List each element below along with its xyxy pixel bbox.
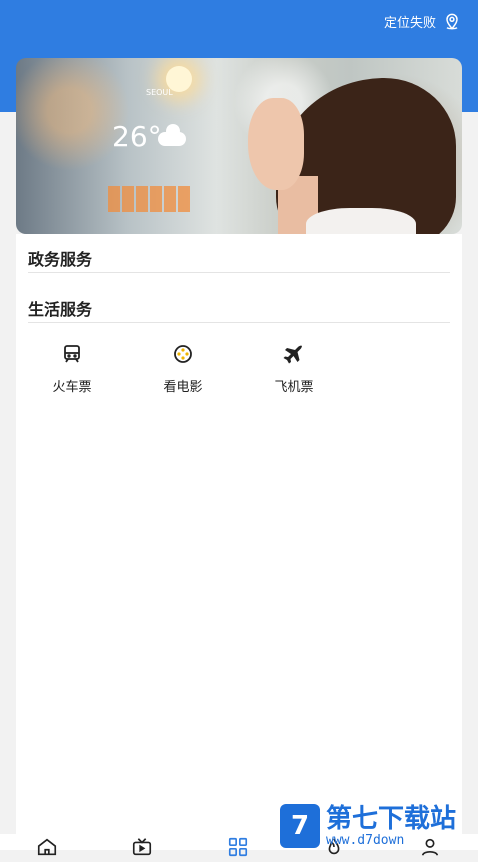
service-label: 看电影: [163, 380, 203, 395]
woman-shoulder: [306, 208, 416, 234]
divider: [28, 272, 450, 273]
service-air-tickets[interactable]: 飞机票: [254, 342, 334, 395]
service-movies[interactable]: 看电影: [143, 342, 223, 395]
service-label: 火车票: [52, 380, 92, 395]
section-title-government: 政务服务: [28, 250, 93, 269]
watermark: 7 第七下载站 www.d7down: [280, 802, 478, 850]
woman-face: [248, 98, 304, 190]
tab-video[interactable]: [131, 836, 153, 856]
tab-services[interactable]: [227, 836, 249, 857]
divider: [28, 322, 450, 323]
weather-temperature: 26°: [112, 120, 162, 153]
tab-home[interactable]: [36, 836, 58, 856]
train-icon: [64, 345, 80, 363]
airplane-icon: [283, 345, 302, 364]
location-status[interactable]: 定位失败: [384, 10, 462, 32]
weather-overlay: SEOUL 26°: [108, 88, 198, 218]
watermark-name: 第七下载站: [326, 803, 457, 834]
service-train-tickets[interactable]: 火车票: [32, 342, 112, 395]
grid-icon: [228, 837, 248, 857]
cloud-icon: [158, 124, 186, 146]
location-pin-icon: [446, 13, 458, 30]
location-status-text: 定位失败: [383, 15, 436, 31]
section-title-life: 生活服务: [28, 300, 93, 319]
services-card: 政务服务 生活服务 火车票 看电影 飞机票: [16, 234, 462, 834]
film-reel-icon: [174, 345, 192, 363]
watermark-url: www.d7down: [326, 832, 405, 848]
home-icon: [37, 838, 57, 856]
banner-image[interactable]: SEOUL 26°: [16, 58, 462, 234]
watermark-logo: 7: [280, 804, 320, 848]
forecast-bars: [108, 186, 190, 212]
tv-icon: [132, 838, 152, 856]
weather-city: SEOUL: [146, 88, 173, 97]
service-label: 飞机票: [274, 380, 314, 395]
